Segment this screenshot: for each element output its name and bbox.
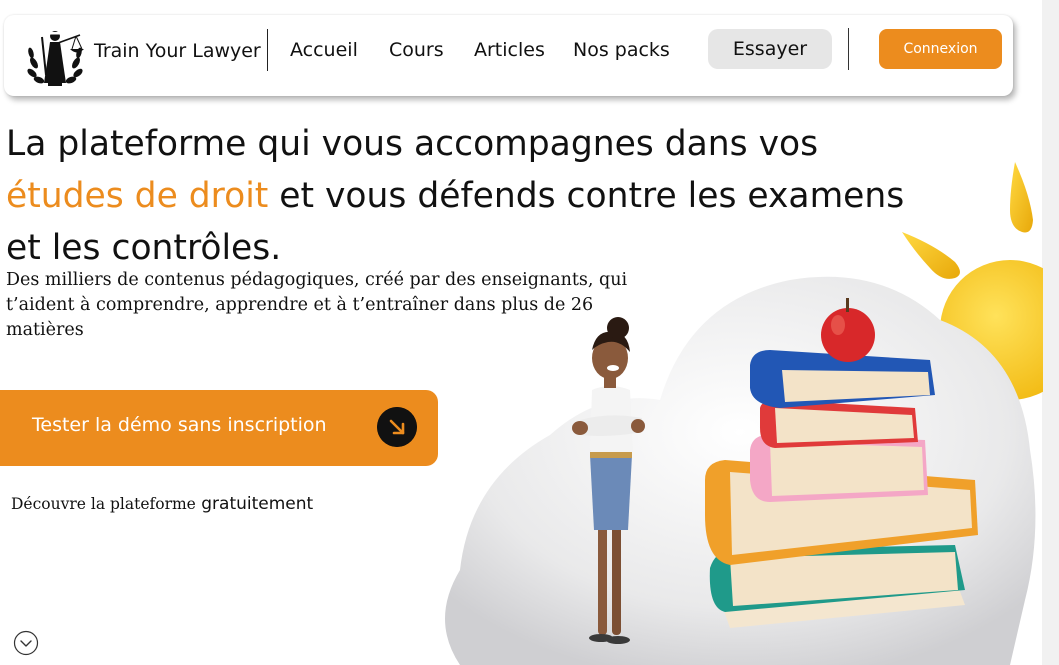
nav-link-articles[interactable]: Articles bbox=[474, 39, 545, 61]
headline-accent: études de droit bbox=[6, 176, 269, 216]
demo-cta-label: Tester la démo sans inscription bbox=[32, 414, 327, 436]
demo-cta-button[interactable]: Tester la démo sans inscription bbox=[0, 390, 438, 466]
nav-divider bbox=[267, 29, 268, 71]
top-navbar: Train Your Lawyer Accueil Cours Articles… bbox=[4, 15, 1013, 96]
nav-divider-right bbox=[848, 28, 849, 70]
arrow-down-right-icon bbox=[377, 407, 417, 447]
nav-link-cours[interactable]: Cours bbox=[389, 39, 444, 61]
discover-emphasis: gratuitement bbox=[201, 494, 314, 514]
hero-illustration bbox=[445, 162, 1043, 665]
scales-of-justice-logo[interactable] bbox=[20, 23, 90, 89]
discover-prefix: Découvre la plateforme bbox=[11, 495, 196, 513]
nav-link-nos-packs[interactable]: Nos packs bbox=[573, 39, 670, 61]
chevron-down-circle-icon[interactable] bbox=[13, 630, 39, 656]
login-button[interactable]: Connexion bbox=[879, 29, 1002, 69]
try-button[interactable]: Essayer bbox=[708, 29, 832, 69]
brand-name[interactable]: Train Your Lawyer bbox=[94, 40, 261, 62]
nav-link-accueil[interactable]: Accueil bbox=[290, 39, 358, 61]
page-scrollbar[interactable] bbox=[1042, 0, 1059, 665]
discover-note: Découvre la plateforme gratuitement bbox=[11, 494, 313, 514]
